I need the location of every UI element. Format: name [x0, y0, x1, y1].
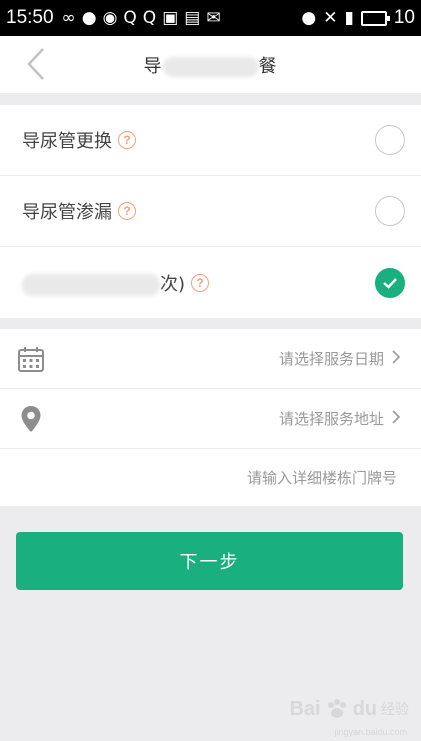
check-icon [383, 277, 397, 289]
baidu-watermark: Bai du 经验 [289, 697, 409, 721]
page-title: 导餐 [143, 55, 278, 77]
battery-level: 10 [393, 7, 415, 28]
divider [0, 318, 421, 329]
bug-icon: ● [301, 8, 317, 28]
chevron-right-icon [392, 349, 401, 368]
help-icon[interactable]: ? [118, 131, 136, 149]
watermark-tail: 经验 [381, 701, 409, 717]
battery-icon [360, 10, 390, 26]
chevron-left-icon [27, 48, 44, 80]
status-bar: 15:50 ∞ ● ◉ Q Q ▣ ▤ ✉ ● ✕ ▮ 10 [0, 0, 421, 36]
status-icons: ∞ ● ◉ Q Q ▣ ▤ ✉ [62, 8, 221, 28]
radio-checked[interactable] [375, 267, 405, 298]
detail-address-input[interactable]: 请输入详细楼栋门牌号 [247, 467, 397, 488]
mute-icon: ✕ [323, 8, 338, 28]
watermark-brand: Bai [289, 697, 321, 720]
service-date-row[interactable]: 请选择服务日期 [0, 329, 421, 389]
chat-icon: ● [81, 8, 97, 28]
keyboard-icon: ▤ [184, 8, 201, 28]
app-icon: ◉ [102, 8, 118, 28]
option-selected[interactable]: 次) ? [0, 247, 421, 318]
service-address-row[interactable]: 请选择服务地址 [0, 389, 421, 449]
service-form: 请选择服务日期 请选择服务地址 请输入详细楼栋门牌号 [0, 329, 421, 506]
help-icon[interactable]: ? [191, 273, 210, 292]
option-catheter-leak[interactable]: 导尿管渗漏 ? [0, 176, 421, 247]
image-icon: ▣ [162, 8, 179, 28]
address-placeholder: 请选择服务地址 [278, 410, 384, 428]
redacted-text [162, 56, 259, 77]
option-catheter-replace[interactable]: 导尿管更换 ? [0, 105, 421, 176]
divider [0, 93, 421, 105]
q-icon: Q [142, 8, 157, 28]
location-pin-icon [16, 404, 46, 434]
date-placeholder: 请选择服务日期 [278, 350, 384, 368]
option-label: 导尿管渗漏 [22, 202, 112, 223]
radio-unchecked[interactable] [375, 125, 405, 155]
calendar-icon [16, 344, 46, 374]
help-icon[interactable]: ? [118, 202, 136, 220]
option-label: 次) [22, 270, 185, 296]
option-list: 导尿管更换 ? 导尿管渗漏 ? 次) ? [0, 105, 421, 318]
watermark-du: du [352, 697, 377, 720]
status-time: 15:50 [6, 7, 54, 28]
infinity-icon: ∞ [61, 8, 76, 28]
redacted-text [22, 273, 160, 296]
paw-icon [327, 699, 346, 718]
chevron-right-icon [392, 409, 401, 428]
watermark-url: jingyan.baidu.com [334, 727, 407, 737]
option-label: 导尿管更换 [22, 131, 112, 152]
back-button[interactable] [18, 46, 54, 82]
radio-unchecked[interactable] [375, 196, 405, 226]
header: 导餐 [0, 36, 421, 93]
signal-icon: ▮ [344, 8, 354, 28]
mail-icon: ✉ [206, 8, 221, 28]
q-icon: Q [123, 8, 137, 28]
service-detail-row[interactable]: 请输入详细楼栋门牌号 [0, 449, 421, 506]
next-button[interactable]: 下一步 [16, 532, 403, 590]
